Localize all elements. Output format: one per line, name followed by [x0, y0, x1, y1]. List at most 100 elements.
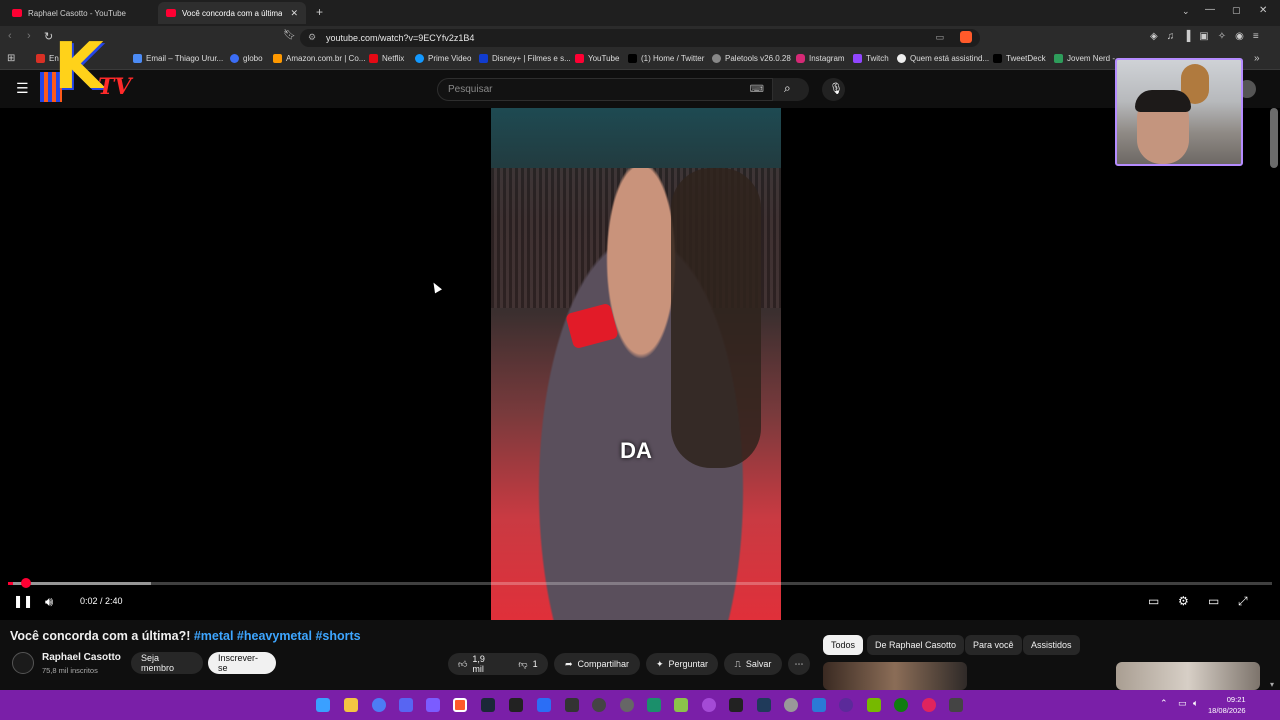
voice-search-button[interactable]: 🎙︎ — [822, 78, 845, 101]
obs-icon[interactable] — [592, 698, 606, 712]
volume-icon[interactable]: 🔊︎ — [45, 594, 53, 610]
wallet-icon[interactable]: ▣ — [1199, 31, 1208, 42]
fullscreen-icon[interactable]: ⤢ — [1238, 594, 1248, 609]
chip-todos[interactable]: Todos — [823, 635, 864, 655]
theater-mode-icon[interactable]: ▭ — [1208, 594, 1219, 608]
progress-bar[interactable] — [8, 578, 1272, 588]
recommended-thumbnail[interactable] — [823, 662, 967, 690]
subtitles-icon[interactable]: ▭ — [1148, 594, 1159, 608]
sidebar-icon[interactable]: ▐ — [1183, 31, 1190, 42]
bookmark-item[interactable]: Email – Thiago Urur... — [133, 54, 223, 63]
windows-start-icon[interactable] — [316, 698, 330, 712]
share-button[interactable]: ➦ Compartilhar — [554, 653, 640, 675]
app-icon[interactable] — [647, 698, 661, 712]
chip-para-voce[interactable]: Para você — [965, 635, 1022, 655]
bookmark-item[interactable]: YouTube — [575, 54, 619, 63]
hamburger-menu-icon[interactable]: ☰ — [16, 80, 29, 97]
speaker-icon[interactable]: 🔈︎ — [1193, 698, 1198, 709]
join-button[interactable]: Seja membro — [131, 652, 203, 674]
save-button[interactable]: ⎍ Salvar — [724, 653, 782, 675]
hashtags-link[interactable]: #metal #heavymetal #shorts — [194, 629, 361, 643]
system-clock[interactable]: 09:21 18/08/2026 — [1208, 694, 1246, 716]
video-player[interactable]: DA ❚❚ 🔊︎ 0:02 / 2:40 ▭ ⚙︎ ▭ ⤢ — [0, 108, 1280, 620]
apps-grid-icon[interactable]: ⊞ — [7, 53, 15, 64]
recommended-thumbnail[interactable] — [1116, 662, 1260, 690]
discord-icon[interactable] — [399, 698, 413, 712]
bookmark-item[interactable]: Disney+ | Filmes e s... — [479, 54, 571, 63]
tray-chevron-icon[interactable]: ⌃ — [1160, 698, 1168, 709]
file-explorer-icon[interactable] — [344, 698, 358, 712]
cast-icon[interactable]: ▭ — [935, 32, 944, 43]
progress-scrubber[interactable] — [21, 578, 32, 588]
vpn-icon[interactable]: ◉ — [1235, 31, 1244, 42]
chip-channel[interactable]: De Raphael Casotto — [867, 635, 965, 655]
app-icon[interactable] — [565, 698, 579, 712]
ai-icon[interactable]: ✧ — [1218, 31, 1226, 42]
epic-games-icon[interactable] — [509, 698, 523, 712]
keyboard-icon[interactable]: ⌨ — [750, 79, 764, 100]
app-icon[interactable] — [922, 698, 936, 712]
forward-icon[interactable]: › — [27, 30, 31, 42]
page-scrollbar[interactable] — [1270, 108, 1278, 168]
more-bookmarks-icon[interactable]: » — [1254, 53, 1260, 64]
app-icon[interactable] — [537, 698, 551, 712]
music-icon[interactable]: ♫ — [1167, 31, 1175, 42]
pause-icon[interactable]: ❚❚ — [13, 594, 33, 608]
video-frame[interactable]: DA — [491, 108, 781, 620]
bookmark-item[interactable]: Instagram — [796, 54, 845, 63]
back-icon[interactable]: ‹ — [8, 30, 12, 42]
like-button[interactable]: 👍︎ 1,9 mil — [448, 653, 508, 675]
brave-shield-icon[interactable] — [960, 31, 972, 43]
maximize-icon[interactable]: ▢ — [1232, 5, 1241, 16]
app-icon[interactable] — [839, 698, 853, 712]
minimize-icon[interactable]: — — [1205, 4, 1215, 15]
app-icon[interactable] — [426, 698, 440, 712]
xbox-icon[interactable] — [894, 698, 908, 712]
new-tab-button[interactable]: + — [316, 5, 323, 19]
channel-avatar[interactable] — [12, 652, 34, 674]
chip-assistidos[interactable]: Assistidos — [1023, 635, 1080, 655]
close-window-icon[interactable]: ✕ — [1259, 5, 1267, 16]
menu-icon[interactable]: ≡ — [1253, 31, 1259, 42]
subscribe-button[interactable]: Inscrever-se — [208, 652, 276, 674]
app-icon[interactable] — [372, 698, 386, 712]
bookmark-item[interactable]: TweetDeck — [993, 54, 1046, 63]
channel-name[interactable]: Raphael Casotto — [42, 652, 121, 663]
app-icon[interactable] — [784, 698, 798, 712]
bookmark-item[interactable]: Quem está assistind... — [897, 54, 989, 63]
site-info-icon[interactable]: ⚙︎ — [308, 32, 316, 43]
close-tab-icon[interactable]: ✕ — [290, 8, 298, 19]
dislike-button[interactable]: 👎︎ 1 — [508, 653, 548, 675]
scroll-down-icon[interactable]: ▾ — [1270, 680, 1274, 689]
bookmark-icon[interactable]: 🔖︎ — [283, 30, 296, 41]
brave-browser-icon[interactable] — [453, 698, 467, 712]
search-input[interactable]: Pesquisar ⌨ — [437, 78, 773, 101]
tab-search-icon[interactable]: ⌄ — [1182, 6, 1190, 17]
bookmark-item[interactable]: Amazon.com.br | Co... — [273, 54, 365, 63]
app-icon[interactable] — [702, 698, 716, 712]
settings-gear-icon[interactable]: ⚙︎ — [1178, 594, 1189, 608]
tab-raphael-casotto[interactable]: Raphael Casotto - YouTube — [4, 2, 154, 24]
bookmark-item[interactable]: Jovem Nerd - — [1054, 54, 1115, 63]
ask-button[interactable]: ✦ Perguntar — [646, 653, 718, 675]
app-icon[interactable] — [729, 698, 743, 712]
bookmark-item[interactable]: (1) Home / Twitter — [628, 54, 704, 63]
more-actions-button[interactable]: ⋯ — [788, 653, 810, 675]
network-icon[interactable]: ▭ — [1178, 698, 1187, 709]
app-icon[interactable] — [812, 698, 826, 712]
bookmark-item[interactable]: Paletools v26.0.28 — [712, 54, 791, 63]
bookmark-item[interactable]: Netflix — [369, 54, 404, 63]
url-bar[interactable]: ⚙︎ youtube.com/watch?v=9ECYfv2z1B4 ▭ — [300, 29, 980, 47]
app-icon[interactable] — [949, 698, 963, 712]
bookmark-item[interactable]: Prime Video — [415, 54, 471, 63]
nvidia-icon[interactable] — [867, 698, 881, 712]
bookmark-item[interactable]: globo — [230, 54, 263, 63]
app-icon[interactable] — [620, 698, 634, 712]
bookmark-item[interactable]: Twitch — [853, 54, 889, 63]
app-icon[interactable] — [674, 698, 688, 712]
steam-icon[interactable] — [481, 698, 495, 712]
app-icon[interactable] — [757, 698, 771, 712]
search-button[interactable]: ⌕ — [773, 78, 809, 101]
tab-current-video[interactable]: Você concorda com a última? ✕ — [158, 2, 306, 24]
extension-icon[interactable]: ◈ — [1150, 31, 1158, 42]
